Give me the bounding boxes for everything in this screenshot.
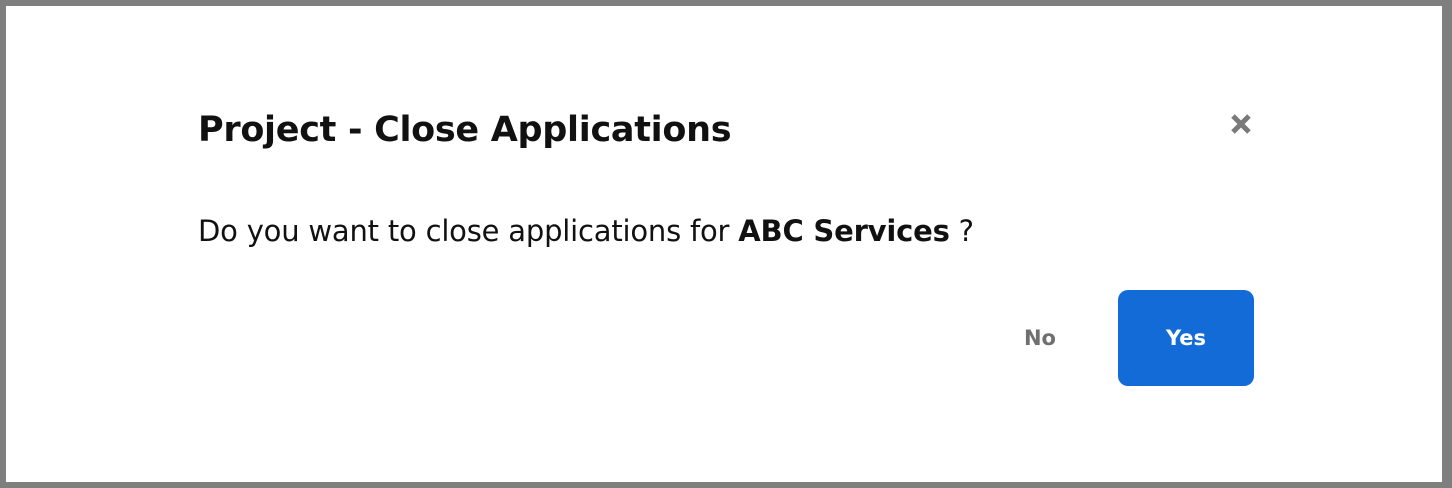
message-entity: ABC Services — [738, 214, 950, 248]
dialog-title: Project - Close Applications — [198, 110, 732, 150]
close-icon — [1229, 112, 1253, 139]
dialog-message: Do you want to close applications for AB… — [198, 214, 974, 248]
yes-button[interactable]: Yes — [1118, 290, 1254, 386]
close-button[interactable] — [1224, 108, 1258, 142]
no-button[interactable]: No — [992, 290, 1088, 386]
message-prefix: Do you want to close applications for — [198, 214, 739, 248]
message-suffix: ? — [949, 214, 974, 248]
confirm-dialog: Project - Close Applications Do you want… — [6, 6, 1442, 482]
